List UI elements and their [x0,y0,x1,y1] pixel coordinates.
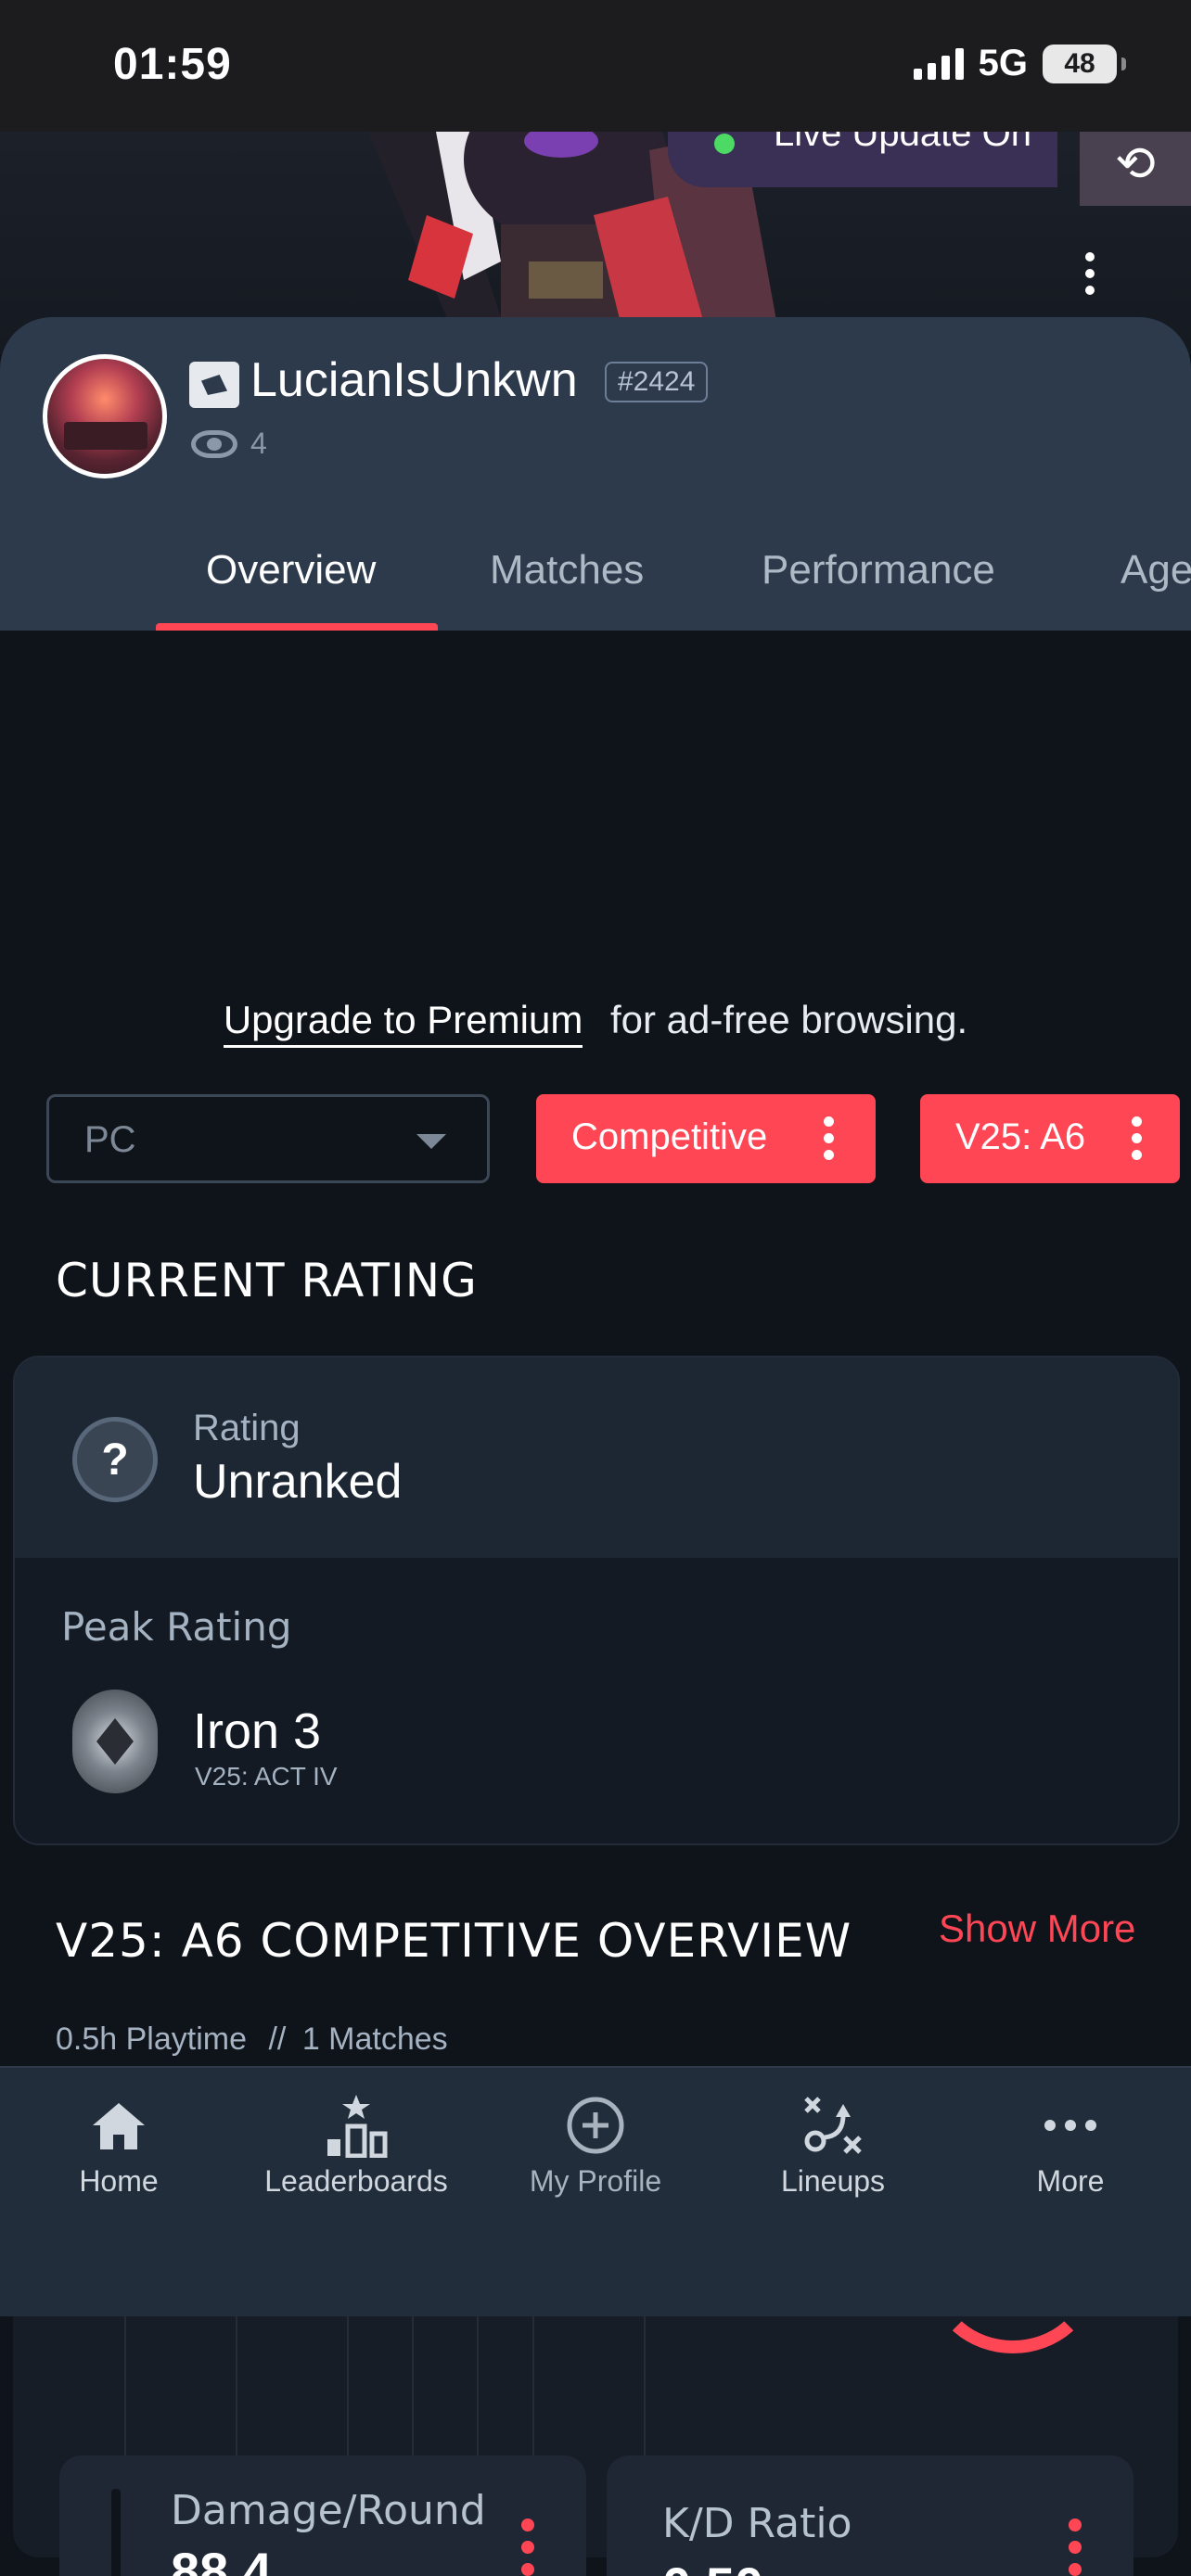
nav-more[interactable]: More [968,2092,1172,2199]
mode-label: Competitive [571,1116,768,1157]
separator: // [268,2021,287,2057]
riot-fist-icon [189,362,239,408]
leaderboard-icon [254,2092,458,2159]
profile-tabs: Overview Matches Performance Agents [0,521,1191,631]
premium-banner: Upgrade to Premium for ad-free browsing. [0,998,1191,1048]
rating-card: ? Rating Unranked Peak Rating Iron 3 V25… [13,1356,1180,1845]
show-more-link[interactable]: Show More [939,1906,1135,1951]
stat-card-damage-round[interactable]: Damage/Round 88.4 [59,2455,586,2576]
stat-card-kd-ratio[interactable]: K/D Ratio 0.50 [607,2455,1133,2576]
tab-agents[interactable]: Agents [1121,547,1191,593]
status-bar: 01:59 5G 48 [0,0,1191,132]
rating-label: Rating [193,1408,301,1448]
more-dots-icon [968,2092,1172,2159]
peak-season: V25: ACT IV [195,1762,338,1791]
network-type: 5G [978,43,1028,83]
add-circle-icon [493,2092,698,2159]
ad-placeholder [0,631,1191,983]
matches-count: 1 Matches [301,2021,448,2057]
view-count: 4 [191,427,267,461]
chevron-down-icon [416,1134,446,1149]
stat-value: 0.50 [662,2556,763,2576]
battery-icon: 48 [1043,44,1126,83]
live-update-toggle[interactable]: Live Update On [668,132,1057,187]
unranked-icon: ? [72,1417,158,1502]
live-update-label: Live Update On [774,132,1031,154]
lineups-icon [731,2092,935,2159]
nav-leaderboards[interactable]: Leaderboards [254,2092,458,2199]
stat-menu-icon[interactable] [521,2519,534,2576]
rating-value: Unranked [193,1455,403,1509]
stat-value: 88.4 [171,2542,272,2576]
nav-my-profile-label: My Profile [529,2164,662,2198]
username: LucianIsUnkwn [250,353,578,407]
peak-rank: Iron 3 [193,1703,322,1759]
signal-icon [913,47,964,80]
nav-home[interactable]: Home [17,2092,221,2199]
status-time: 01:59 [113,40,232,89]
nav-more-label: More [1036,2164,1105,2198]
upgrade-premium-link[interactable]: Upgrade to Premium [223,998,583,1048]
stat-label: K/D Ratio [662,2500,852,2547]
stat-indicator [111,2489,121,2576]
season-label: V25: A6 [955,1116,1086,1157]
nav-lineups[interactable]: Lineups [731,2092,935,2199]
refresh-button[interactable]: ⟲ [1080,132,1191,206]
season-select-button[interactable]: V25: A6 [920,1094,1180,1183]
avatar[interactable] [43,354,167,478]
stat-label: Damage/Round [171,2487,486,2534]
tab-matches[interactable]: Matches [490,547,644,593]
mode-select-button[interactable]: Competitive [536,1094,876,1183]
refresh-icon: ⟲ [1115,137,1156,191]
active-tab-indicator [156,623,438,631]
platform-select[interactable]: PC [46,1094,490,1183]
playtime-value: 0.5h Playtime [56,2021,247,2057]
premium-suffix: for ad-free browsing. [609,998,968,1041]
tab-performance[interactable]: Performance [762,547,995,593]
nav-leaderboards-label: Leaderboards [264,2164,448,2198]
user-tag: #2424 [605,362,709,402]
profile-card: LucianIsUnkwn #2424 4 Overview Matches P… [0,317,1191,631]
overview-stats-area: Damage/Round 88.4 K/D Ratio 0.50 [0,2316,1191,2576]
bottom-nav: Home Leaderboards My Profile Lineups Mor… [0,2066,1191,2316]
current-rating-heading: CURRENT RATING [56,1254,478,1307]
tab-overview[interactable]: Overview [206,547,376,593]
playtime-summary: 0.5h Playtime // 1 Matches [56,2021,448,2058]
home-icon [17,2092,221,2159]
stat-menu-icon[interactable] [1069,2519,1082,2576]
peak-rating-label: Peak Rating [61,1604,292,1650]
kebab-icon [824,1116,834,1160]
kebab-icon [1132,1116,1142,1160]
hero-menu-button[interactable] [1085,252,1095,295]
iron-rank-icon [72,1690,158,1793]
nav-lineups-label: Lineups [780,2164,886,2198]
current-rating-row: ? Rating Unranked [15,1358,1178,1558]
platform-value: PC [84,1119,136,1160]
status-indicators: 5G 48 [913,43,1126,84]
view-count-value: 4 [250,427,267,460]
competitive-overview-heading: V25: A6 COMPETITIVE OVERVIEW [56,1914,852,1968]
nav-home-label: Home [79,2164,159,2198]
eye-icon [191,429,237,458]
live-status-dot [714,134,735,154]
nav-my-profile[interactable]: My Profile [493,2092,698,2199]
